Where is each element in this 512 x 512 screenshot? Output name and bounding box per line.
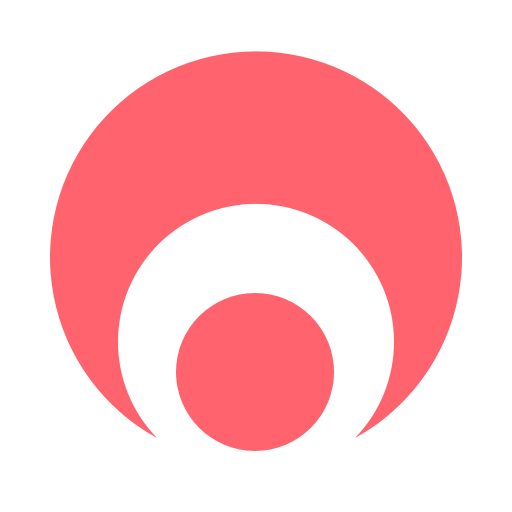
- inner-dot-shape: [176, 293, 334, 451]
- app-logo-icon: [0, 0, 512, 512]
